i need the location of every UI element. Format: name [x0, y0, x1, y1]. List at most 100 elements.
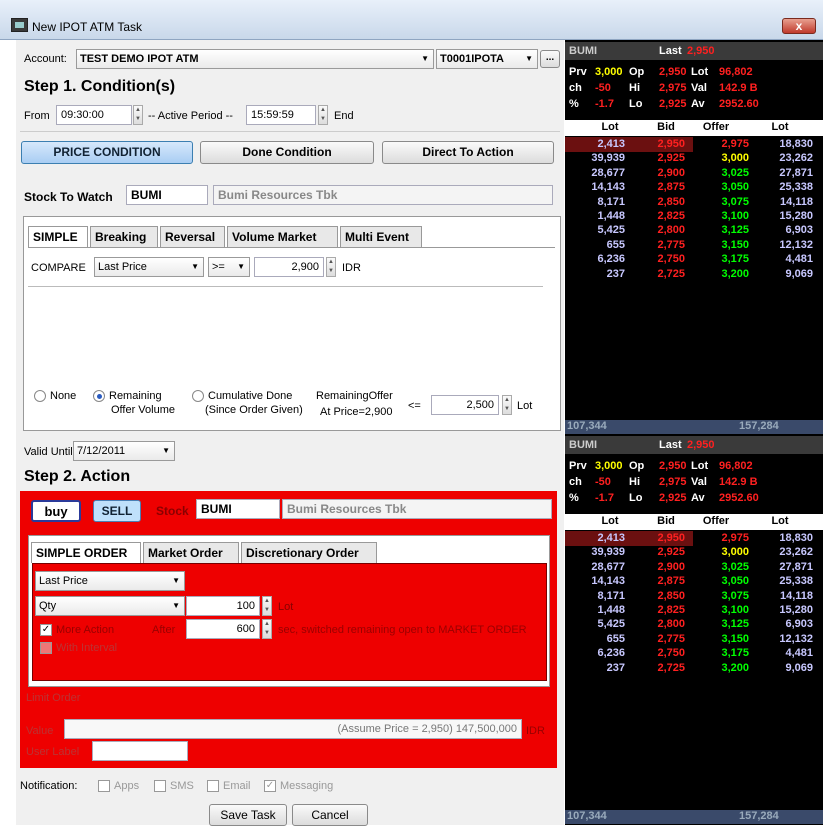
account-label: Account:	[24, 53, 67, 65]
book-header-3: Lot	[771, 121, 789, 133]
offer-price: 3,075	[721, 195, 749, 208]
offer-lot: 12,132	[779, 238, 813, 251]
at-price-label: At Price=2,900	[320, 406, 393, 418]
account-select[interactable]: TEST DEMO IPOT ATM ▼	[76, 49, 434, 69]
buy-button[interactable]: buy	[31, 500, 81, 522]
tab-market-order[interactable]: Market Order	[143, 542, 239, 563]
remaining-label-1: Remaining	[109, 390, 162, 402]
chevron-down-icon: ▼	[191, 262, 199, 271]
tab-underline	[28, 247, 555, 248]
compare-field-select[interactable]: Last Price ▼	[94, 257, 204, 277]
sms-checkbox[interactable]	[154, 780, 166, 792]
qty-input[interactable]: 100	[186, 596, 260, 616]
quote-stat: Lot	[691, 460, 709, 472]
chevron-down-icon: ▼	[162, 446, 170, 455]
app-icon	[11, 18, 28, 32]
compare-operator-select[interactable]: >= ▼	[208, 257, 250, 277]
more-action-checkbox[interactable]: ✓	[40, 624, 52, 636]
compare-field-value: Last Price	[98, 261, 147, 273]
quote-stat: %	[569, 98, 579, 110]
tab-simple-order[interactable]: SIMPLE ORDER	[31, 542, 141, 563]
chevron-down-icon: ▼	[172, 601, 180, 610]
quote-last-label: Last	[659, 45, 682, 57]
to-time-input[interactable]: 15:59:59	[246, 105, 316, 125]
tab-multi-event[interactable]: Multi Event	[340, 226, 422, 247]
offer-price: 3,050	[721, 575, 749, 588]
offer-price: 2,975	[721, 138, 749, 150]
bid-price: 2,725	[657, 267, 685, 280]
quote-stat: 142.9 B	[719, 476, 758, 488]
book-header-1: Bid	[657, 121, 675, 133]
bid-price: 2,850	[657, 589, 685, 602]
tab-simple[interactable]: SIMPLE	[28, 226, 88, 247]
bid-lot: 5,425	[597, 618, 625, 631]
save-task-button[interactable]: Save Task	[209, 804, 287, 826]
valid-until-select[interactable]: 7/12/2011 ▼	[73, 441, 175, 461]
quote-stat: Op	[629, 66, 645, 78]
offer-lot: 14,118	[779, 195, 813, 208]
value-unit: IDR	[526, 725, 545, 737]
qty-spinner[interactable]: ▲ ▼	[262, 596, 272, 616]
market-panel: BUMI Last 2,950 Prv 3,000 Op 2,950 Lot 96,802 ch -…	[565, 40, 823, 825]
book-header-0: Lot	[601, 121, 619, 133]
action-stock-code-input[interactable]: BUMI	[196, 499, 280, 519]
quote-stat: Lo	[629, 98, 643, 110]
bid-lot: 6,236	[597, 647, 625, 660]
offer-price: 3,150	[721, 238, 749, 251]
book-header-1: Bid	[657, 515, 675, 527]
price-condition-button[interactable]: PRICE CONDITION	[21, 141, 193, 164]
offer-lot: 25,338	[779, 181, 813, 194]
user-label-input[interactable]	[92, 741, 188, 761]
tab-discretionary-order[interactable]: Discretionary Order	[241, 542, 377, 563]
close-button[interactable]: x	[782, 18, 816, 34]
more-action-label: More Action	[56, 624, 115, 636]
done-condition-button[interactable]: Done Condition	[200, 141, 374, 164]
quote-stat: 2,925	[659, 98, 687, 110]
sms-label: SMS	[170, 780, 194, 792]
quote-stat: 3,000	[595, 66, 623, 78]
tab-reversal[interactable]: Reversal	[160, 226, 225, 247]
qty-type-select[interactable]: Qty ▼	[35, 596, 185, 616]
tab-breaking[interactable]: Breaking	[90, 226, 158, 247]
value-display: (Assume Price = 2,950) 147,500,000	[64, 719, 522, 739]
compare-value-spinner[interactable]: ▲ ▼	[326, 257, 336, 277]
apps-checkbox[interactable]	[98, 780, 110, 792]
quote-stat: -1.7	[595, 98, 614, 110]
quote-stat: Prv	[569, 460, 587, 472]
offer-lot: 18,830	[779, 532, 813, 544]
watch-stock-code-input[interactable]: BUMI	[126, 185, 208, 205]
action-stock-label: Stock	[156, 504, 189, 518]
offer-price: 3,175	[721, 647, 749, 660]
offer-price: 3,025	[721, 166, 749, 179]
after-input[interactable]: 600	[186, 619, 260, 639]
cancel-button[interactable]: Cancel	[292, 804, 368, 826]
from-time-input[interactable]: 09:30:00	[56, 105, 132, 125]
sell-button[interactable]: SELL	[93, 500, 141, 522]
remaining-radio[interactable]	[93, 390, 105, 402]
tab-volume-market[interactable]: Volume Market	[227, 226, 338, 247]
offer-lot: 9,069	[785, 267, 813, 280]
with-interval-checkbox[interactable]	[40, 642, 52, 654]
cumulative-radio[interactable]	[192, 390, 204, 402]
price-type-select[interactable]: Last Price ▼	[35, 571, 185, 591]
after-spinner[interactable]: ▲ ▼	[262, 619, 272, 639]
to-time-spinner[interactable]: ▲ ▼	[318, 105, 328, 125]
bid-price: 2,725	[657, 661, 685, 674]
none-radio[interactable]	[34, 390, 46, 402]
account-value: TEST DEMO IPOT ATM	[80, 53, 199, 65]
bid-lot: 237	[606, 661, 625, 674]
direct-to-action-button[interactable]: Direct To Action	[382, 141, 554, 164]
lot-spinner[interactable]: ▲ ▼	[502, 395, 512, 415]
lot-input[interactable]: 2,500	[431, 395, 499, 415]
messaging-checkbox[interactable]: ✓	[264, 780, 276, 792]
compare-value-input[interactable]: 2,900	[254, 257, 324, 277]
email-checkbox[interactable]	[207, 780, 219, 792]
quote-stat: Op	[629, 460, 645, 472]
account-code-select[interactable]: T0001IPOTA ▼	[436, 49, 538, 69]
chevron-down-icon: ▼	[421, 54, 429, 63]
quote-stat: %	[569, 492, 579, 504]
from-time-spinner[interactable]: ▲ ▼	[133, 105, 143, 125]
offer-price: 2,975	[721, 532, 749, 544]
compare-operator-value: >=	[212, 261, 225, 273]
account-more-button[interactable]: ...	[540, 50, 560, 68]
